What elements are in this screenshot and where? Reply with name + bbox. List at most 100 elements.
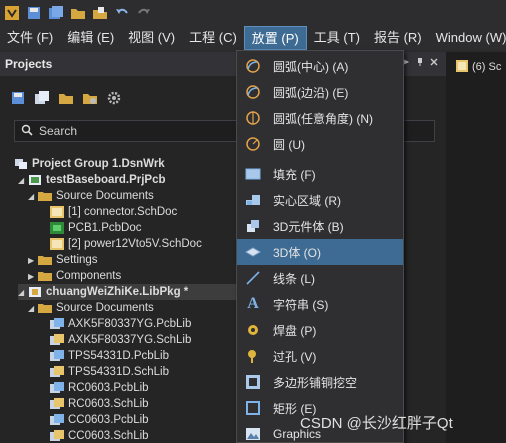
menubar: 文件 (F) 编辑 (E) 视图 (V) 工程 (C) 放置 (P) 工具 (T…	[0, 26, 506, 50]
tree-item-project[interactable]: ◢ chuangWeiZhiKe.LibPkg *	[18, 284, 236, 300]
tree-item-library[interactable]: CC0603.SchLib	[50, 428, 149, 443]
menu-item-string[interactable]: A 字符串 (S)	[237, 291, 403, 317]
menu-item-line[interactable]: 线条 (L)	[237, 265, 403, 291]
schematic-library-icon	[50, 366, 64, 378]
menu-item-arc-edge[interactable]: 圆弧(边沿) (E)	[237, 79, 403, 105]
pin-icon[interactable]	[416, 56, 424, 70]
menu-reports[interactable]: 报告 (R)	[367, 26, 429, 50]
tree-item-folder[interactable]: ▶ Settings	[28, 252, 98, 268]
collapse-triangle-icon[interactable]: ◢	[18, 288, 28, 297]
menu-item-polygon-cutout[interactable]: 多边形铺铜挖空	[237, 369, 403, 395]
fill-icon	[237, 167, 269, 181]
document-area	[446, 52, 506, 443]
schematic-library-icon	[50, 430, 64, 442]
menu-project[interactable]: 工程 (C)	[182, 26, 244, 50]
pcb-doc-icon	[50, 222, 64, 234]
schematic-doc-icon	[50, 206, 64, 218]
settings-gear-icon[interactable]	[106, 90, 122, 109]
search-placeholder: Search	[39, 124, 78, 138]
menu-item-circle[interactable]: 圆 (U)	[237, 131, 403, 157]
collapse-triangle-icon[interactable]: ◢	[28, 192, 38, 201]
graphics-icon	[237, 426, 269, 442]
menu-item-via[interactable]: 过孔 (V)	[237, 343, 403, 369]
menu-window[interactable]: Window (W)	[429, 26, 506, 50]
expand-triangle-icon[interactable]: ▶	[28, 272, 38, 281]
tree-item-library[interactable]: RC0603.PcbLib	[50, 380, 149, 396]
pcb-library-icon	[50, 318, 64, 330]
pcb-library-icon	[50, 414, 64, 426]
menu-file[interactable]: 文件 (F)	[0, 26, 60, 50]
place-menu-dropdown: 圆弧(中心) (A) 圆弧(边沿) (E) 圆弧(任意角度) (N) 圆 (U)…	[236, 50, 404, 443]
tree-item-document[interactable]: [2] power12Vto5V.SchDoc	[50, 236, 202, 252]
open-document-icon[interactable]	[90, 3, 110, 23]
document-tab[interactable]: (6) Sc	[456, 58, 501, 76]
menu-item-fill[interactable]: 填充 (F)	[237, 161, 403, 187]
menu-view[interactable]: 视图 (V)	[121, 26, 182, 50]
tree-item-library[interactable]: TPS54331D.SchLib	[50, 364, 169, 380]
arc-center-icon	[237, 58, 269, 74]
line-icon	[237, 270, 269, 286]
watermark: CSDN @长沙红胖子Qt	[300, 415, 453, 432]
quick-access-toolbar	[0, 0, 506, 26]
redo-icon[interactable]	[134, 3, 154, 23]
folder-icon	[38, 254, 52, 266]
folder-icon	[38, 270, 52, 282]
menu-item-arc-center[interactable]: 圆弧(中心) (A)	[237, 53, 403, 79]
open-project-icon[interactable]	[58, 90, 74, 109]
pcb-library-icon	[50, 350, 64, 362]
save-icon[interactable]	[24, 3, 44, 23]
search-icon	[21, 124, 33, 139]
save-all-icon[interactable]	[46, 3, 66, 23]
save-icon[interactable]	[10, 90, 26, 109]
tree-item-document[interactable]: PCB1.PcbDoc	[50, 220, 142, 236]
menu-place[interactable]: 放置 (P)	[243, 26, 307, 50]
tree-item-library[interactable]: RC0603.SchLib	[50, 396, 149, 412]
via-icon	[237, 348, 269, 364]
3d-body-icon	[237, 246, 269, 258]
collapse-triangle-icon[interactable]: ◢	[28, 304, 38, 313]
text-string-icon: A	[247, 295, 259, 312]
tree-item-folder[interactable]: ▶ Components	[28, 268, 121, 284]
tree-item-document[interactable]: [1] connector.SchDoc	[50, 204, 177, 220]
folder-icon	[38, 302, 52, 314]
menu-item-3d-component-body[interactable]: 3D元件体 (B)	[237, 213, 403, 239]
circle-icon	[237, 136, 269, 152]
pcb-project-icon	[28, 174, 42, 186]
schematic-library-icon	[50, 398, 64, 410]
solid-region-icon	[237, 192, 269, 208]
tree-item-project-group[interactable]: Project Group 1.DsnWrk	[14, 156, 165, 172]
tree-item-folder[interactable]: ◢ Source Documents	[28, 188, 154, 204]
3d-component-body-icon	[237, 218, 269, 234]
tree-item-library[interactable]: CC0603.PcbLib	[50, 412, 149, 428]
polygon-cutout-icon	[237, 374, 269, 390]
tree-item-library[interactable]: AXK5F80337YG.SchLib	[50, 332, 191, 348]
save-all-icon[interactable]	[34, 90, 50, 109]
panel-controls	[402, 56, 438, 70]
menu-edit[interactable]: 编辑 (E)	[60, 26, 121, 50]
expand-triangle-icon[interactable]: ▶	[28, 256, 38, 265]
menu-item-3d-body[interactable]: 3D体 (O)	[237, 239, 403, 265]
library-package-icon	[28, 286, 42, 298]
pcb-library-icon	[50, 382, 64, 394]
collapse-triangle-icon[interactable]: ◢	[18, 176, 28, 185]
undo-icon[interactable]	[112, 3, 132, 23]
menu-item-pad[interactable]: 焊盘 (P)	[237, 317, 403, 343]
tree-item-folder[interactable]: ◢ Source Documents	[28, 300, 154, 316]
app-icon[interactable]	[2, 3, 22, 23]
close-icon[interactable]	[430, 56, 438, 70]
schematic-doc-icon	[50, 238, 64, 250]
menu-item-solid-region[interactable]: 实心区域 (R)	[237, 187, 403, 213]
tree-item-library[interactable]: TPS54331D.PcbLib	[50, 348, 169, 364]
document-tab-label: (6) Sc	[472, 61, 502, 73]
project-options-icon[interactable]	[82, 90, 98, 109]
rectangle-icon	[237, 400, 269, 416]
open-folder-icon[interactable]	[68, 3, 88, 23]
schematic-library-icon	[50, 334, 64, 346]
tree-item-library[interactable]: AXK5F80337YG.PcbLib	[50, 316, 191, 332]
panel-title: Projects	[5, 57, 53, 71]
menu-tools[interactable]: 工具 (T)	[307, 26, 367, 50]
arc-any-angle-icon	[237, 110, 269, 126]
menu-item-arc-any-angle[interactable]: 圆弧(任意角度) (N)	[237, 105, 403, 131]
tree-item-project[interactable]: ◢ testBaseboard.PrjPcb	[18, 172, 166, 188]
folder-icon	[38, 190, 52, 202]
